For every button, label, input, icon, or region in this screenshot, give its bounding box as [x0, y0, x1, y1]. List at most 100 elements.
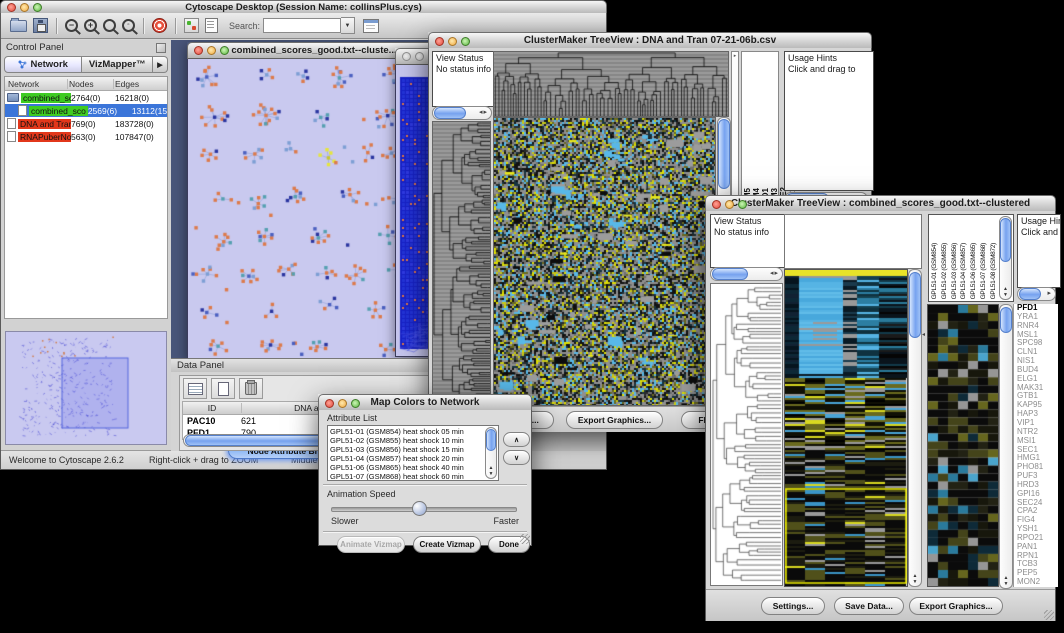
view-status-hscrollbar[interactable]: ◂▸	[710, 267, 783, 281]
view-status-hscrollbar[interactable]: ◂▸	[432, 106, 492, 120]
zoom-window-icon[interactable]	[351, 399, 360, 408]
search-dropdown-button[interactable]: ▼	[341, 17, 355, 34]
minimize-icon[interactable]	[448, 37, 457, 46]
attribute-item[interactable]: GPL51-06 (GSM865) heat shock 40 min	[330, 463, 496, 472]
array-column-label[interactable]: GPL51-04 (GSM857)	[960, 243, 967, 299]
minimize-icon[interactable]	[725, 200, 734, 209]
column-header-id[interactable]: ID	[183, 403, 242, 413]
usage-hints-title: Usage Hints	[1021, 216, 1057, 227]
usage-hints-hscrollbar[interactable]: ▸	[1017, 287, 1056, 301]
column-header-nodes[interactable]: Nodes	[68, 79, 114, 89]
attribute-item[interactable]: GPL51-01 (GSM854) heat shock 05 min	[330, 427, 496, 436]
array-column-label[interactable]: GPL51-01 (GSM854)	[931, 243, 938, 299]
network-list-row[interactable]: RNAPuberNov2+! 563(0) 107847(0)	[5, 130, 167, 143]
scroll-arrows-icon[interactable]: ◂▸	[479, 108, 488, 118]
help-button[interactable]	[152, 16, 167, 36]
gene-list-vscrollbar[interactable]: ▲▼	[999, 304, 1013, 589]
close-icon[interactable]	[402, 52, 411, 61]
zoom-heatmap-canvas[interactable]	[927, 304, 999, 587]
column-header-edges[interactable]: Edges	[114, 79, 167, 89]
zoom-window-icon[interactable]	[461, 37, 470, 46]
gene-dendrogram-canvas[interactable]	[710, 283, 783, 586]
array-column-label[interactable]: GPL51-06 (GSM865)	[970, 243, 977, 299]
usage-hints-line: Click and drag	[1021, 227, 1057, 238]
delete-attribute-button[interactable]	[239, 378, 263, 399]
minimize-icon[interactable]	[415, 52, 424, 61]
close-icon[interactable]	[7, 3, 16, 12]
animate-vizmap-button[interactable]: Animate Vizmap	[337, 536, 405, 553]
zoom-window-icon[interactable]	[220, 46, 229, 55]
zoom-selected-button[interactable]	[103, 16, 116, 36]
move-up-button[interactable]: ∧	[503, 432, 530, 447]
scroll-arrows-icon[interactable]: ▲▼	[909, 573, 921, 585]
zoom-fit-button[interactable]: ▫	[122, 16, 135, 36]
close-icon[interactable]	[194, 46, 203, 55]
heatmap-canvas[interactable]	[784, 269, 908, 587]
attribute-list-vscrollbar[interactable]: ▲▼	[485, 427, 497, 479]
status-welcome: Welcome to Cytoscape 2.6.2	[9, 455, 124, 465]
tab-network[interactable]: Network	[4, 56, 82, 73]
network-edges-count: 107847(0)	[115, 132, 167, 142]
column-labels-panel: GPL51-01 (GSM854)GPL51-02 (GSM855)GPL51-…	[928, 214, 1014, 302]
close-icon[interactable]	[712, 200, 721, 209]
tab-overflow-button[interactable]: ▶	[153, 56, 168, 73]
trash-icon	[245, 382, 257, 395]
gene-dendrogram-canvas[interactable]	[432, 121, 491, 406]
new-attribute-button[interactable]	[211, 378, 235, 399]
array-column-label[interactable]: GPL51-07 (GSM868)	[980, 243, 987, 299]
scroll-arrows-icon[interactable]: ▸	[1047, 289, 1052, 299]
create-vizmap-button[interactable]: Create Vizmap	[413, 536, 481, 553]
import-attributes-button[interactable]	[363, 16, 379, 36]
resize-grip[interactable]	[520, 534, 530, 544]
array-column-label[interactable]: GPL51-03 (GSM856)	[951, 243, 958, 299]
zoom-out-button[interactable]: −	[65, 16, 78, 36]
column-labels-vscrollbar[interactable]: ▲▼	[999, 216, 1012, 300]
column-header-network[interactable]: Network	[5, 79, 68, 89]
annotation-button[interactable]	[205, 16, 218, 36]
scroll-arrows-icon[interactable]: ▲▼	[1000, 575, 1012, 587]
close-icon[interactable]	[435, 37, 444, 46]
control-panel: Control Panel Network VizMapper™ ▶	[1, 40, 172, 451]
zoom-window-icon[interactable]	[738, 200, 747, 209]
save-data-button[interactable]: Save Data...	[834, 597, 904, 615]
scroll-arrows-icon[interactable]: ◂▸	[770, 269, 779, 279]
array-dendrogram-canvas[interactable]	[493, 51, 729, 117]
heatmap-vscrollbar[interactable]: ▲▼	[908, 269, 922, 587]
move-down-button[interactable]: ∨	[503, 450, 530, 465]
close-icon[interactable]	[325, 399, 334, 408]
network-overview-panel[interactable]	[5, 331, 167, 445]
network-overview-canvas[interactable]	[6, 332, 166, 442]
heatmap-canvas[interactable]	[493, 117, 716, 406]
slider-thumb[interactable]	[412, 501, 427, 516]
zoom-in-button[interactable]: +	[84, 16, 97, 36]
attribute-item[interactable]: GPL51-04 (GSM857) heat shock 20 min	[330, 454, 496, 463]
attribute-item[interactable]: GPL51-02 (GSM855) heat shock 10 min	[330, 436, 496, 445]
gene-label[interactable]: MON2	[1017, 578, 1058, 587]
array-column-label[interactable]: GPL51-08 (GSM872)	[990, 243, 997, 299]
dialog-title: Map Colors to Network	[341, 397, 509, 408]
network-list-row[interactable]: DNA and Tran 07 769(0) 183728(0)	[5, 117, 167, 130]
zoom-window-icon[interactable]	[33, 3, 42, 12]
export-graphics-button[interactable]: Export Graphics...	[909, 597, 1003, 615]
minimize-icon[interactable]	[20, 3, 29, 12]
scroll-arrows-icon[interactable]: ▲▼	[486, 465, 496, 477]
open-session-button[interactable]	[10, 16, 27, 36]
vizmapper-button[interactable]	[184, 16, 199, 36]
array-column-label[interactable]: GPL51-02 (GSM855)	[941, 243, 948, 299]
slower-label: Slower	[331, 516, 359, 526]
select-attributes-button[interactable]	[183, 378, 207, 399]
resize-grip[interactable]	[1044, 610, 1054, 620]
attribute-item[interactable]: GPL51-03 (GSM856) heat shock 15 min	[330, 445, 496, 454]
save-session-button[interactable]	[33, 16, 48, 36]
search-input[interactable]	[263, 18, 341, 33]
attribute-item[interactable]: GPL51-07 (GSM868) heat shock 60 min	[330, 472, 496, 481]
float-panel-icon[interactable]	[156, 43, 166, 53]
minimize-icon[interactable]	[338, 399, 347, 408]
export-graphics-button[interactable]: Export Graphics...	[566, 411, 663, 429]
settings-button[interactable]: Settings...	[761, 597, 825, 615]
scroll-arrows-icon[interactable]: ▲▼	[1000, 286, 1011, 298]
network-list-row[interactable]: combined_scores 2764(0) 16218(0)	[5, 91, 167, 104]
network-list-row[interactable]: combined_sco 2569(6) 13112(15)	[5, 104, 167, 117]
minimize-icon[interactable]	[207, 46, 216, 55]
tab-vizmapper[interactable]: VizMapper™	[82, 56, 153, 73]
